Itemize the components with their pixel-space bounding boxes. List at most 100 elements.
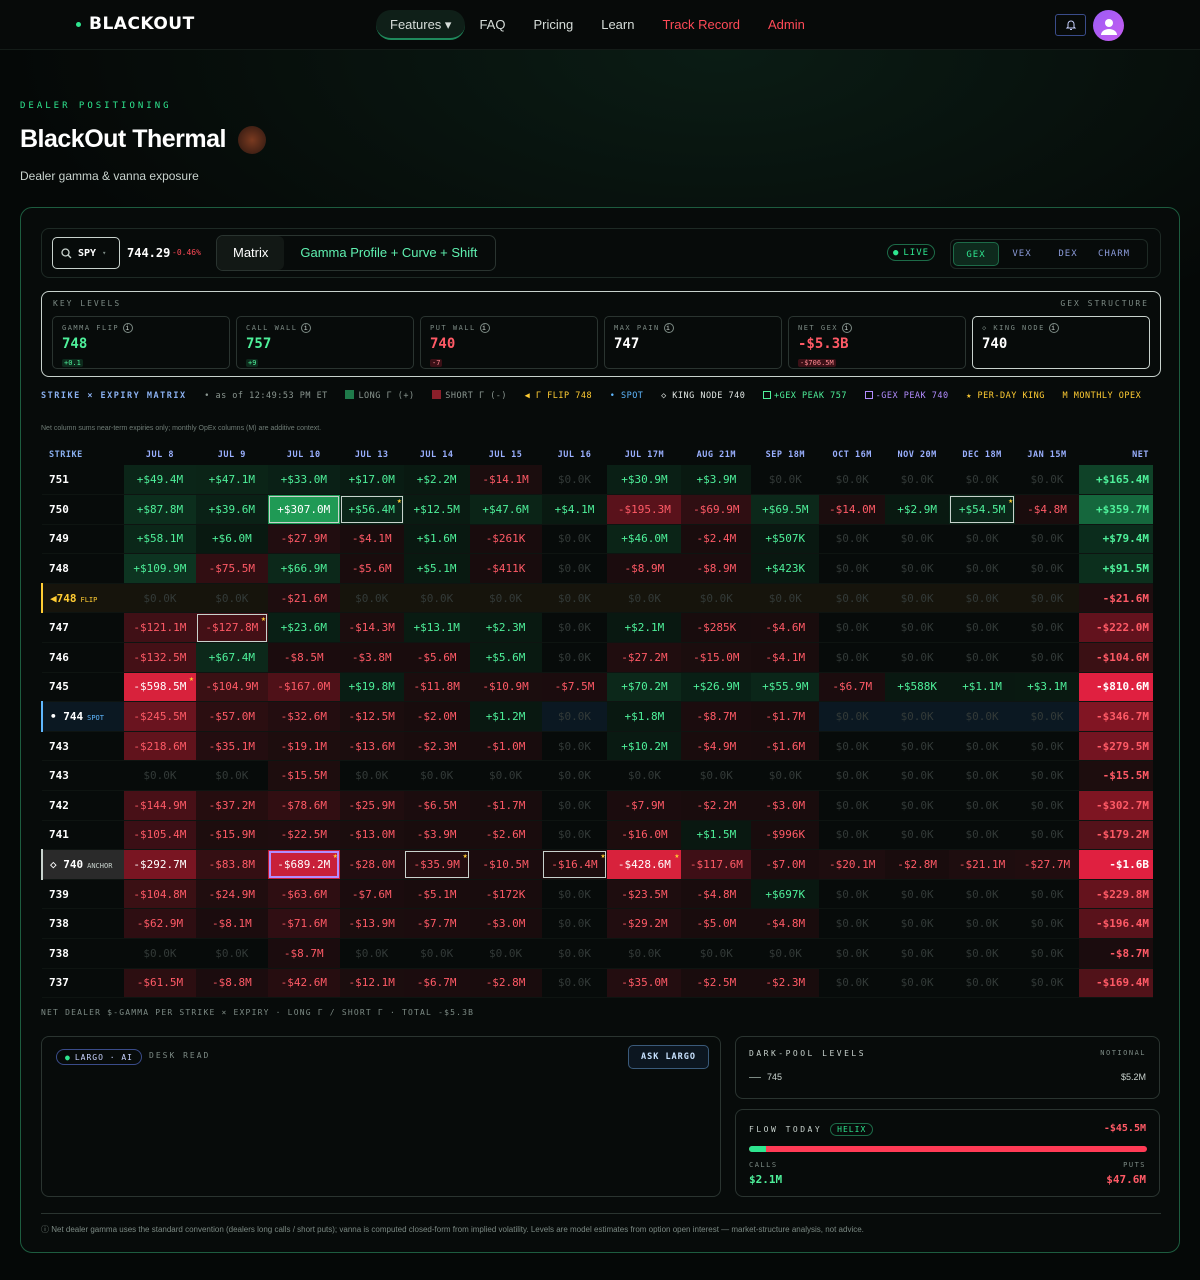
- matrix-cell[interactable]: +$10.2M: [607, 731, 682, 762]
- tab-greek-2[interactable]: DEX: [1045, 242, 1091, 266]
- matrix-cell[interactable]: -$4.6M: [751, 612, 820, 644]
- matrix-cell[interactable]: $0.0K: [885, 731, 950, 762]
- matrix-cell[interactable]: -$292.7M: [123, 849, 196, 880]
- matrix-cell[interactable]: $0.0K: [819, 790, 886, 821]
- matrix-cell[interactable]: $0.0K: [819, 731, 886, 762]
- matrix-cell[interactable]: -$8.1M: [195, 908, 268, 939]
- matrix-cell[interactable]: -$19.1M: [267, 731, 340, 762]
- matrix-cell[interactable]: $0.0K: [885, 760, 950, 792]
- matrix-cell[interactable]: -$5.6M: [339, 553, 404, 584]
- matrix-cell[interactable]: +$5.6M: [469, 642, 542, 673]
- matrix-cell[interactable]: -$4.8M: [681, 879, 752, 910]
- matrix-cell[interactable]: -$27.7M: [1015, 849, 1079, 880]
- matrix-cell[interactable]: -$245.5M: [123, 701, 196, 732]
- matrix-cell[interactable]: -$3.0M: [751, 790, 820, 821]
- matrix-cell[interactable]: $0.0K: [751, 938, 820, 969]
- column-header[interactable]: DEC 18M: [949, 445, 1015, 465]
- info-icon[interactable]: i: [1048, 323, 1059, 333]
- matrix-cell[interactable]: -$1.7M: [469, 790, 542, 821]
- matrix-cell[interactable]: $0.0K: [885, 879, 950, 910]
- matrix-cell[interactable]: $0.0K: [1015, 583, 1079, 614]
- table-row[interactable]: 750 +$87.8M +$39.6M +$307.0M +$56.4M ★ +$12.5M…: [42, 494, 1153, 525]
- matrix-cell[interactable]: -$689.2M ★: [267, 849, 340, 880]
- matrix-cell[interactable]: +$2.9M: [885, 494, 950, 525]
- matrix-cell[interactable]: -$4.1M: [339, 524, 404, 555]
- column-header[interactable]: JUL 17M: [607, 445, 681, 465]
- matrix-cell[interactable]: -$2.5M: [681, 968, 752, 999]
- matrix-cell[interactable]: -$23.5M: [607, 879, 682, 910]
- tab-greek-1[interactable]: VEX: [999, 242, 1045, 266]
- matrix-cell[interactable]: $0.0K: [885, 701, 950, 732]
- matrix-cell[interactable]: -$2.6M: [469, 820, 542, 851]
- matrix-cell[interactable]: -$57.0M: [195, 701, 268, 732]
- matrix-cell[interactable]: -$10.5M: [469, 849, 542, 880]
- matrix-cell[interactable]: $0.0K: [885, 938, 950, 969]
- matrix-cell[interactable]: $0.0K: [607, 938, 682, 969]
- matrix-cell[interactable]: $0.0K: [819, 908, 886, 939]
- tab-view-1[interactable]: Gamma Profile + Curve + Shift: [284, 236, 493, 270]
- matrix-cell[interactable]: -$117.6M: [681, 849, 752, 880]
- matrix-cell[interactable]: $0.0K: [885, 642, 950, 673]
- column-header[interactable]: JUL 14: [404, 445, 470, 465]
- matrix-cell[interactable]: +$5.1M: [403, 553, 470, 584]
- matrix-cell[interactable]: +$307.0M: [267, 494, 340, 525]
- table-row[interactable]: 742 -$144.9M -$37.2M -$78.6M -$25.9M -$6.5M -$…: [42, 790, 1153, 821]
- matrix-cell[interactable]: -$167.0M: [267, 672, 340, 703]
- matrix-cell[interactable]: $0.0K: [1015, 790, 1079, 821]
- matrix-cell[interactable]: -$35.1M: [195, 731, 268, 762]
- matrix-cell[interactable]: -$2.4M: [681, 524, 752, 555]
- matrix-cell[interactable]: $0.0K: [1015, 820, 1079, 851]
- matrix-cell[interactable]: -$16.4M ★: [541, 849, 608, 880]
- matrix-cell[interactable]: $0.0K: [541, 524, 608, 555]
- matrix-cell[interactable]: $0.0K: [885, 583, 950, 614]
- matrix-cell[interactable]: $0.0K: [949, 583, 1016, 614]
- table-row[interactable]: 739 -$104.8M -$24.9M -$63.6M -$7.6M -$5.1M -$1…: [42, 879, 1153, 910]
- matrix-cell[interactable]: +$33.0M: [267, 465, 340, 496]
- matrix-cell[interactable]: $0.0K: [541, 731, 608, 762]
- matrix-cell[interactable]: +$697K: [751, 879, 820, 910]
- table-row[interactable]: ◇ 740 ANCHOR -$292.7M -$83.8M -$689.2M ★ -$28.…: [41, 849, 1153, 880]
- matrix-cell[interactable]: +$67.4M: [195, 642, 268, 673]
- matrix-cell[interactable]: $0.0K: [885, 820, 950, 851]
- matrix-cell[interactable]: +$1.1M: [949, 672, 1016, 703]
- matrix-cell[interactable]: -$15.9M: [195, 820, 268, 851]
- matrix-cell[interactable]: $0.0K: [403, 938, 470, 969]
- column-header[interactable]: SEP 18M: [751, 445, 819, 465]
- matrix-cell[interactable]: $0.0K: [541, 908, 608, 939]
- matrix-cell[interactable]: +$2.3M: [469, 612, 542, 644]
- matrix-cell[interactable]: -$3.9M: [403, 820, 470, 851]
- matrix-cell[interactable]: -$7.7M: [403, 908, 470, 939]
- matrix-cell[interactable]: $0.0K: [819, 879, 886, 910]
- matrix-cell[interactable]: $0.0K: [819, 760, 886, 792]
- matrix-cell[interactable]: -$27.2M: [607, 642, 682, 673]
- matrix-cell[interactable]: $0.0K: [681, 583, 752, 614]
- matrix-cell[interactable]: $0.0K: [681, 938, 752, 969]
- column-header[interactable]: STRIKE: [42, 445, 124, 465]
- nav-item-5[interactable]: Admin: [754, 10, 819, 40]
- matrix-cell[interactable]: $0.0K: [949, 642, 1016, 673]
- matrix-cell[interactable]: -$8.5M: [267, 642, 340, 673]
- info-icon[interactable]: i: [479, 323, 490, 333]
- matrix-cell[interactable]: -$37.2M: [195, 790, 268, 821]
- matrix-cell[interactable]: $0.0K: [949, 879, 1016, 910]
- matrix-cell[interactable]: $0.0K: [949, 908, 1016, 939]
- matrix-cell[interactable]: $0.0K: [949, 524, 1016, 555]
- matrix-cell[interactable]: -$5.0M: [681, 908, 752, 939]
- matrix-cell[interactable]: -$27.9M: [267, 524, 340, 555]
- matrix-cell[interactable]: $0.0K: [541, 465, 608, 496]
- matrix-cell[interactable]: $0.0K: [949, 465, 1016, 496]
- matrix-cell[interactable]: $0.0K: [1015, 938, 1079, 969]
- matrix-cell[interactable]: +$507K: [751, 524, 820, 555]
- nav-item-2[interactable]: Pricing: [519, 10, 587, 40]
- matrix-cell[interactable]: -$996K: [751, 820, 820, 851]
- matrix-cell[interactable]: -$13.6M: [339, 731, 404, 762]
- info-icon[interactable]: i: [663, 323, 674, 333]
- column-header[interactable]: JUL 10: [268, 445, 340, 465]
- matrix-cell[interactable]: -$104.8M: [123, 879, 196, 910]
- matrix-cell[interactable]: -$21.6M: [267, 583, 340, 614]
- matrix-cell[interactable]: $0.0K: [949, 553, 1016, 584]
- matrix-cell[interactable]: -$1.6M: [751, 731, 820, 762]
- matrix-cell[interactable]: +$49.4M: [123, 465, 196, 496]
- matrix-cell[interactable]: -$8.8M: [195, 968, 268, 999]
- matrix-cell[interactable]: -$218.6M: [123, 731, 196, 762]
